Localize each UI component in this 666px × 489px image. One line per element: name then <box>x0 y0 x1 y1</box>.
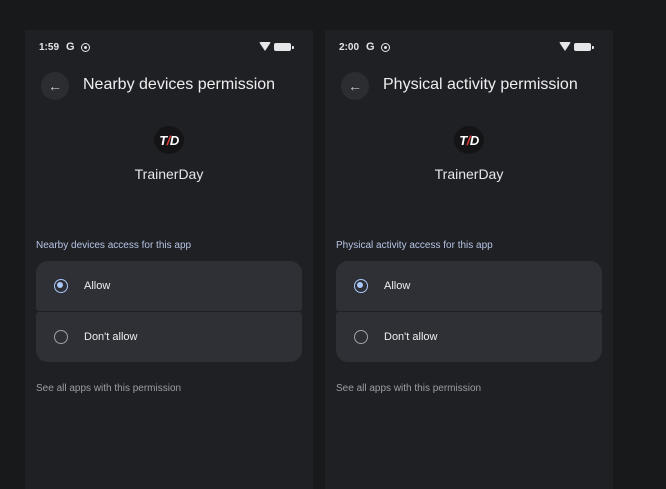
radio-unselected-icon[interactable] <box>354 330 368 344</box>
status-time: 2:00 <box>339 42 360 53</box>
wifi-icon <box>259 42 271 51</box>
allow-option[interactable]: Allow <box>336 261 602 311</box>
google-icon: G <box>366 41 375 53</box>
back-button[interactable]: ← <box>41 72 69 100</box>
see-all-apps-link[interactable]: See all apps with this permission <box>36 383 181 394</box>
radio-selected-icon[interactable] <box>354 279 368 293</box>
back-button[interactable]: ← <box>341 72 369 100</box>
screen-nearby-devices: 1:59 G ← Nearby devices permission T / D T… <box>25 30 313 489</box>
wifi-icon <box>559 42 571 51</box>
page-title: Nearby devices permission <box>83 76 276 93</box>
status-bar: 2:00 G <box>325 30 613 64</box>
notification-dot-icon <box>81 43 90 52</box>
allow-label: Allow <box>84 280 111 292</box>
dont-allow-option[interactable]: Don't allow <box>36 312 302 362</box>
app-logo-icon: T / D <box>454 126 484 154</box>
arrow-back-icon: ← <box>48 78 62 94</box>
app-name: TrainerDay <box>434 166 504 182</box>
page-title: Physical activity permission <box>383 76 578 93</box>
notification-dot-icon <box>381 43 390 52</box>
see-all-apps-link[interactable]: See all apps with this permission <box>336 383 481 394</box>
allow-label: Allow <box>384 280 411 292</box>
google-icon: G <box>66 41 75 53</box>
section-label: Physical activity access for this app <box>336 240 493 251</box>
status-time: 1:59 <box>39 42 60 53</box>
radio-unselected-icon[interactable] <box>54 330 68 344</box>
section-label: Nearby devices access for this app <box>36 240 192 251</box>
battery-icon <box>574 43 594 51</box>
radio-selected-icon[interactable] <box>54 279 68 293</box>
app-name: TrainerDay <box>134 166 204 182</box>
screen-physical-activity: 2:00 G ← Physical activity permission T /… <box>325 30 613 489</box>
dont-allow-label: Don't allow <box>84 331 138 343</box>
status-bar: 1:59 G <box>25 30 313 64</box>
battery-icon <box>274 43 294 51</box>
dont-allow-option[interactable]: Don't allow <box>336 312 602 362</box>
arrow-back-icon: ← <box>348 78 362 94</box>
dont-allow-label: Don't allow <box>384 331 438 343</box>
allow-option[interactable]: Allow <box>36 261 302 311</box>
app-logo-icon: T / D <box>154 126 184 154</box>
